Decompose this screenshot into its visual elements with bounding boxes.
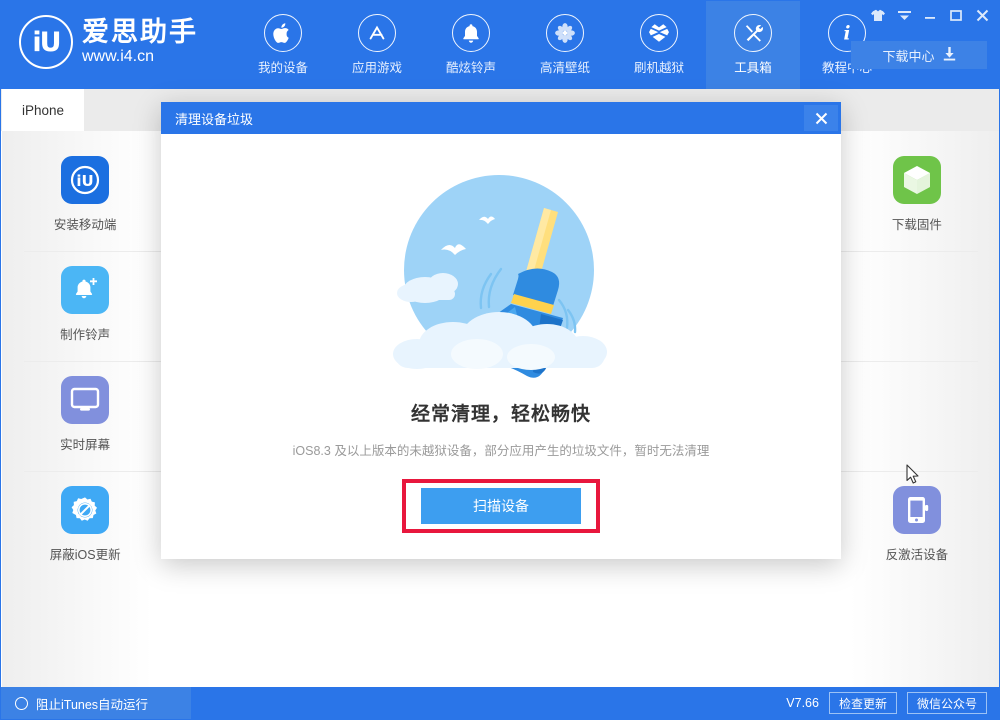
firmware-box-icon	[893, 156, 941, 204]
tool-install-mobile[interactable]: iU 安装移动端	[2, 139, 168, 249]
dialog-close-icon[interactable]	[804, 105, 838, 131]
screen-mirror-icon	[61, 376, 109, 424]
nav-label: 工具箱	[734, 57, 772, 76]
brand-name: 爱思助手	[82, 19, 198, 46]
app-window: iU 爱思助手 www.i4.cn 我的设备 应用游戏	[0, 0, 1000, 720]
broom-sweeping-clouds-illustration	[381, 162, 621, 389]
tool-label: 制作铃声	[60, 324, 110, 343]
nav-item-flash-jailbreak[interactable]: 刷机越狱	[612, 1, 706, 89]
tool-block-ios-update[interactable]: 屏蔽iOS更新	[2, 469, 168, 579]
tool-download-firmware[interactable]: 下载固件	[834, 139, 1000, 249]
dialog-header: 清理设备垃圾	[161, 102, 841, 134]
app-logo: iU 爱思助手 www.i4.cn	[19, 15, 198, 69]
nav-label: 刷机越狱	[634, 57, 684, 76]
skin-icon[interactable]	[865, 4, 891, 26]
i4-app-icon: iU	[61, 156, 109, 204]
nav-label: 我的设备	[258, 57, 308, 76]
tools-icon	[734, 14, 772, 52]
top-navigation-bar: iU 爱思助手 www.i4.cn 我的设备 应用游戏	[1, 1, 1000, 89]
nav-item-wallpapers[interactable]: 高清壁纸	[518, 1, 612, 89]
download-center-label: 下载中心	[882, 46, 934, 65]
minimize-icon[interactable]	[917, 4, 943, 26]
openbox-icon	[640, 14, 678, 52]
version-label: V7.66	[786, 696, 819, 710]
wechat-official-button[interactable]: 微信公众号	[907, 692, 987, 714]
logo-mark-icon: iU	[19, 15, 73, 69]
download-center-button[interactable]: 下载中心	[851, 41, 987, 69]
ringtone-bell-icon	[61, 266, 109, 314]
tab-iphone[interactable]: iPhone	[2, 89, 84, 131]
tool-label: 下载固件	[892, 214, 942, 233]
menu-icon[interactable]	[891, 4, 917, 26]
svg-text:i: i	[844, 23, 851, 44]
tab-label: iPhone	[22, 103, 64, 118]
nav-item-apps-games[interactable]: 应用游戏	[330, 1, 424, 89]
scan-device-button[interactable]: 扫描设备	[421, 488, 581, 524]
tool-make-ringtone[interactable]: 制作铃声	[2, 249, 168, 359]
dialog-body: 经常清理，轻松畅快 iOS8.3 及以上版本的未越狱设备，部分应用产生的垃圾文件…	[161, 134, 841, 559]
bell-icon	[452, 14, 490, 52]
logo-text: 爱思助手 www.i4.cn	[82, 19, 198, 65]
close-icon[interactable]	[969, 4, 995, 26]
tool-deactivate-device[interactable]: 反激活设备	[834, 469, 1000, 579]
appstore-icon	[358, 14, 396, 52]
nav-item-my-device[interactable]: 我的设备	[236, 1, 330, 89]
check-update-button[interactable]: 检查更新	[829, 692, 897, 714]
dialog-headline: 经常清理，轻松畅快	[411, 399, 591, 426]
flower-icon	[546, 14, 584, 52]
window-controls	[865, 4, 995, 26]
nav-label: 高清壁纸	[540, 57, 590, 76]
block-update-icon	[61, 486, 109, 534]
status-bar: 阻止iTunes自动运行 V7.66 检查更新 微信公众号	[1, 687, 1000, 719]
dialog-subtitle: iOS8.3 及以上版本的未越狱设备，部分应用产生的垃圾文件，暂时无法清理	[293, 440, 710, 459]
checkbox-circle-icon	[15, 697, 28, 710]
maximize-icon[interactable]	[943, 4, 969, 26]
nav-item-toolbox[interactable]: 工具箱	[706, 1, 800, 89]
nav-label: 酷炫铃声	[446, 57, 496, 76]
tool-label: 实时屏幕	[60, 434, 110, 453]
nav-items: 我的设备 应用游戏 酷炫铃声	[236, 1, 894, 89]
brand-url: www.i4.cn	[82, 49, 198, 65]
block-itunes-toggle[interactable]: 阻止iTunes自动运行	[1, 687, 191, 719]
deactivate-device-icon	[893, 486, 941, 534]
tool-label: 反激活设备	[886, 544, 949, 563]
tool-label: 安装移动端	[54, 214, 117, 233]
tool-label: 屏蔽iOS更新	[50, 544, 121, 563]
scan-button-highlight-box: 扫描设备	[402, 479, 600, 533]
tool-realtime-screen[interactable]: 实时屏幕	[2, 359, 168, 469]
nav-label: 应用游戏	[352, 57, 402, 76]
dialog-title: 清理设备垃圾	[175, 109, 253, 128]
block-itunes-label: 阻止iTunes自动运行	[36, 694, 148, 713]
status-bar-right: V7.66 检查更新 微信公众号	[786, 692, 1000, 714]
clean-junk-dialog: 清理设备垃圾	[161, 102, 841, 559]
apple-icon	[264, 14, 302, 52]
download-icon	[943, 47, 956, 64]
svg-text:iU: iU	[76, 172, 93, 190]
scan-device-label: 扫描设备	[473, 496, 529, 516]
nav-item-ringtones[interactable]: 酷炫铃声	[424, 1, 518, 89]
